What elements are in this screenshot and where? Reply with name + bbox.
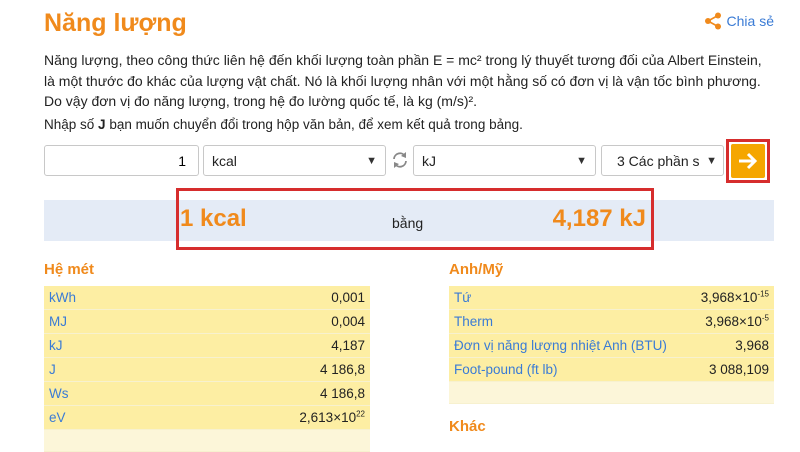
from-unit-value: kcal	[212, 152, 237, 169]
unit-value: 4 186,8	[319, 362, 365, 377]
table-row: Ws 4 186,8	[44, 382, 370, 406]
prompt-unit: J	[98, 117, 106, 132]
precision-select[interactable]: 3 Các phần s ▼	[601, 145, 724, 176]
from-unit-select[interactable]: kcal ▼	[203, 145, 386, 176]
table-row: kJ 4,187	[44, 334, 370, 358]
precision-value: 3 Các phần s	[617, 152, 700, 169]
unit-value: 4,187	[331, 338, 365, 353]
imperial-section-title: Anh/Mỹ	[449, 261, 504, 278]
unit-link[interactable]: kJ	[49, 338, 63, 353]
unit-value: 4 186,8	[319, 386, 365, 401]
unit-link[interactable]: Therm	[454, 314, 493, 329]
unit-value: 0,004	[331, 314, 365, 329]
chevron-down-icon: ▼	[706, 154, 717, 167]
input-prompt: Nhập số J bạn muốn chuyển đổi trong hộp …	[44, 117, 523, 132]
unit-link[interactable]: Ws	[49, 386, 69, 401]
convert-button[interactable]	[731, 144, 765, 178]
table-row: kWh 0,001	[44, 286, 370, 310]
unit-link[interactable]: Tứ	[454, 290, 471, 305]
swap-units-icon[interactable]	[390, 150, 410, 170]
to-unit-value: kJ	[422, 152, 436, 169]
other-section-title: Khác	[449, 418, 486, 435]
imperial-table: Tứ 3,968×10-15 Therm 3,968×10-5 Đơn vị năn…	[449, 286, 774, 404]
table-row	[449, 382, 774, 404]
result-highlight-box	[176, 188, 654, 250]
unit-link[interactable]: J	[49, 362, 56, 377]
share-icon	[704, 12, 721, 30]
unit-link[interactable]: Đơn vị năng lượng nhiệt Anh (BTU)	[454, 338, 667, 353]
table-row: Đơn vị năng lượng nhiệt Anh (BTU) 3,968	[449, 334, 774, 358]
arrow-right-icon	[739, 152, 758, 170]
metric-section-title: Hệ mét	[44, 261, 95, 278]
unit-value: 0,001	[331, 290, 365, 305]
chevron-down-icon: ▼	[576, 154, 587, 167]
page-title: Năng lượng	[44, 9, 187, 37]
unit-value: 3,968	[735, 338, 769, 353]
convert-button-highlight	[726, 139, 770, 183]
unit-value: 3,968×10-5	[705, 313, 769, 329]
chevron-down-icon: ▼	[366, 154, 377, 167]
to-unit-select[interactable]: kJ ▼	[413, 145, 596, 176]
unit-link[interactable]: eV	[49, 410, 66, 425]
unit-link[interactable]: MJ	[49, 314, 67, 329]
value-input[interactable]	[44, 145, 199, 176]
table-row: Foot-pound (ft lb) 3 088,109	[449, 358, 774, 382]
share-label: Chia sẻ	[726, 13, 774, 29]
unit-value: 2,613×1022	[299, 409, 365, 425]
unit-link[interactable]: Foot-pound (ft lb)	[454, 362, 558, 377]
unit-link[interactable]: kWh	[49, 290, 76, 305]
converter-page: Năng lượng Chia sẻ Năng lượng, theo công…	[0, 0, 800, 452]
table-row	[44, 430, 370, 452]
table-row: J 4 186,8	[44, 358, 370, 382]
table-row: Tứ 3,968×10-15	[449, 286, 774, 310]
unit-value: 3 088,109	[708, 362, 769, 377]
table-row: Therm 3,968×10-5	[449, 310, 774, 334]
table-row: eV 2,613×1022	[44, 406, 370, 430]
description-text: Năng lượng, theo công thức liên hệ đến k…	[44, 52, 762, 109]
table-row: MJ 0,004	[44, 310, 370, 334]
metric-table: kWh 0,001 MJ 0,004 kJ 4,187 J 4 186,8 Ws 4 18…	[44, 286, 370, 452]
unit-value: 3,968×10-15	[700, 289, 769, 305]
share-button[interactable]: Chia sẻ	[704, 12, 774, 30]
